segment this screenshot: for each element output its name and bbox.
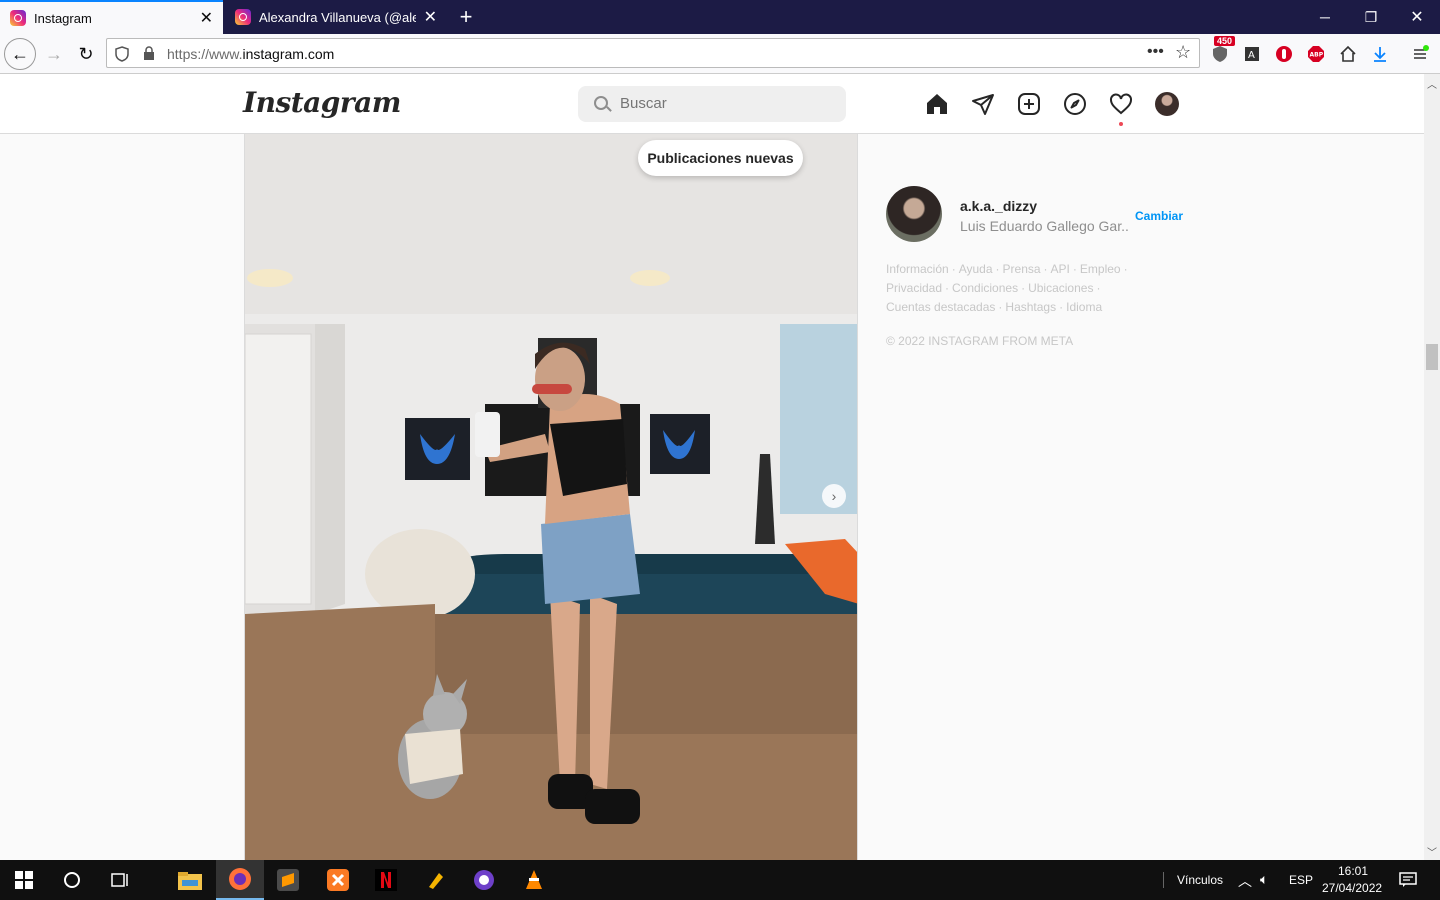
action-center-icon[interactable]	[1384, 860, 1432, 900]
url-host: instagram.com	[242, 46, 335, 62]
vlc-icon[interactable]	[510, 860, 558, 900]
sidebar-full-name: Luis Eduardo Gallego Gar...	[960, 218, 1130, 234]
close-window-button[interactable]: ✕	[1394, 0, 1440, 34]
url-text[interactable]: https://www.instagram.com	[167, 46, 334, 62]
scroll-thumb[interactable]	[1426, 344, 1438, 370]
minimize-button[interactable]: ─	[1302, 0, 1348, 34]
downloads-icon[interactable]	[1368, 42, 1392, 66]
search-input[interactable]	[620, 95, 820, 112]
reload-button[interactable]: ↻	[70, 38, 102, 70]
volume-icon[interactable]: 🔈︎	[1260, 871, 1268, 888]
file-explorer-icon[interactable]	[166, 860, 214, 900]
menu-hamburger-icon[interactable]	[1408, 42, 1432, 66]
address-bar[interactable]: https://www.instagram.com ••• ☆	[106, 38, 1200, 68]
page-scrollbar[interactable]: ︿ ﹀	[1424, 74, 1440, 860]
extension-translate-icon[interactable]: A	[1240, 42, 1264, 66]
show-hidden-icons-chevron-icon[interactable]: ︿	[1238, 871, 1252, 891]
feed-post	[244, 134, 858, 860]
profile-avatar[interactable]	[1155, 92, 1179, 116]
language-indicator[interactable]: ESP	[1289, 873, 1313, 887]
home-nav-icon[interactable]	[925, 92, 949, 116]
clock-time[interactable]: 16:01	[1338, 864, 1368, 878]
cortana-search-icon[interactable]	[48, 860, 96, 900]
extension-badge: 450	[1214, 36, 1236, 46]
footer-link[interactable]: Prensa	[1003, 262, 1041, 276]
adblock-label: ABP	[1310, 52, 1324, 59]
carousel-next-button[interactable]: ›	[822, 484, 846, 508]
bookmark-star-icon[interactable]: ☆	[1175, 42, 1191, 63]
task-view-icon[interactable]	[96, 860, 144, 900]
footer-link[interactable]: Ayuda	[959, 262, 993, 276]
page-actions-icon[interactable]: •••	[1147, 43, 1164, 61]
netflix-icon[interactable]	[362, 860, 410, 900]
user-avatar[interactable]	[886, 186, 942, 242]
windows-taskbar: Vínculos ︿ 🔈︎ ESP 16:01 27/04/2022	[0, 860, 1440, 900]
footer-link[interactable]: Hashtags	[1005, 300, 1056, 314]
search-box[interactable]	[578, 86, 846, 122]
clock-date[interactable]: 27/04/2022	[1322, 881, 1382, 895]
footer-link[interactable]: API	[1051, 262, 1070, 276]
scroll-up-icon[interactable]: ︿	[1427, 76, 1437, 91]
close-tab-icon[interactable]: ✕	[200, 8, 213, 28]
activity-heart-icon[interactable]	[1109, 92, 1133, 116]
footer-link[interactable]: Ubicaciones	[1028, 281, 1093, 295]
footer-link[interactable]: Privacidad	[886, 281, 942, 295]
xampp-icon[interactable]	[314, 860, 362, 900]
instagram-header: Instagram	[0, 74, 1424, 134]
github-desktop-icon[interactable]	[460, 860, 508, 900]
browser-navigation-bar: ← → ↻ https://www.instagram.com ••• ☆ 45…	[0, 34, 1440, 74]
extension-ublock-icon[interactable]	[1272, 42, 1296, 66]
direct-messages-icon[interactable]	[971, 92, 995, 116]
scroll-down-icon[interactable]: ﹀	[1427, 844, 1437, 859]
tab-alexandra[interactable]: Alexandra Villanueva (@alemiz ✕	[225, 0, 447, 34]
instagram-page: Instagram Buscar Publicaciones nuevas › …	[0, 74, 1424, 860]
windows-start-icon[interactable]	[0, 860, 48, 900]
url-prefix: https://www.	[167, 46, 243, 62]
new-tab-button[interactable]: +	[450, 0, 482, 34]
extension-adblock-icon[interactable]: ABP	[1304, 42, 1328, 66]
browser-tab-strip: Instagram ✕ Alexandra Villanueva (@alemi…	[0, 0, 1440, 34]
footer-link[interactable]: Condiciones	[952, 281, 1018, 295]
links-toolbar[interactable]: Vínculos	[1177, 873, 1223, 887]
notification-dot	[1119, 122, 1123, 126]
post-photo[interactable]	[245, 134, 858, 860]
tracking-shield-icon[interactable]	[115, 46, 129, 62]
winamp-icon[interactable]	[412, 860, 460, 900]
restore-button[interactable]: ❐	[1348, 0, 1394, 34]
taskbar-separator	[1163, 872, 1164, 888]
copyright: © 2022 INSTAGRAM FROM META	[886, 334, 1074, 348]
new-post-icon[interactable]	[1017, 92, 1041, 116]
instagram-logo[interactable]: Instagram	[243, 86, 401, 119]
lock-icon[interactable]	[143, 46, 155, 61]
footer-link[interactable]: Empleo	[1080, 262, 1121, 276]
firefox-icon[interactable]	[216, 860, 264, 900]
tab-instagram[interactable]: Instagram ✕	[0, 0, 223, 34]
footer-link[interactable]: Cuentas destacadas	[886, 300, 995, 314]
instagram-favicon-icon	[10, 10, 26, 26]
home-icon[interactable]	[1336, 42, 1360, 66]
tab-title: Alexandra Villanueva (@alemiz	[259, 9, 416, 25]
tab-title: Instagram	[34, 10, 92, 26]
extension-shield-icon[interactable]: 450	[1208, 36, 1236, 66]
forward-button[interactable]: →	[38, 38, 70, 70]
sidebar-username[interactable]: a.k.a._dizzy	[960, 198, 1037, 214]
search-icon	[594, 96, 608, 110]
close-tab-icon[interactable]: ✕	[424, 7, 437, 27]
sublime-text-icon[interactable]	[264, 860, 312, 900]
new-posts-button[interactable]: Publicaciones nuevas	[638, 140, 803, 176]
instagram-favicon-icon	[235, 9, 251, 25]
footer-link[interactable]: Idioma	[1066, 300, 1102, 314]
footer-link[interactable]: Información	[886, 262, 949, 276]
svg-text:A: A	[1248, 50, 1255, 61]
footer-links: Información · Ayuda · Prensa · API · Empleo · Pri…	[886, 262, 1128, 314]
explore-compass-icon[interactable]	[1063, 92, 1087, 116]
switch-account-button[interactable]: Cambiar	[1135, 209, 1183, 223]
back-button[interactable]: ←	[4, 38, 36, 70]
